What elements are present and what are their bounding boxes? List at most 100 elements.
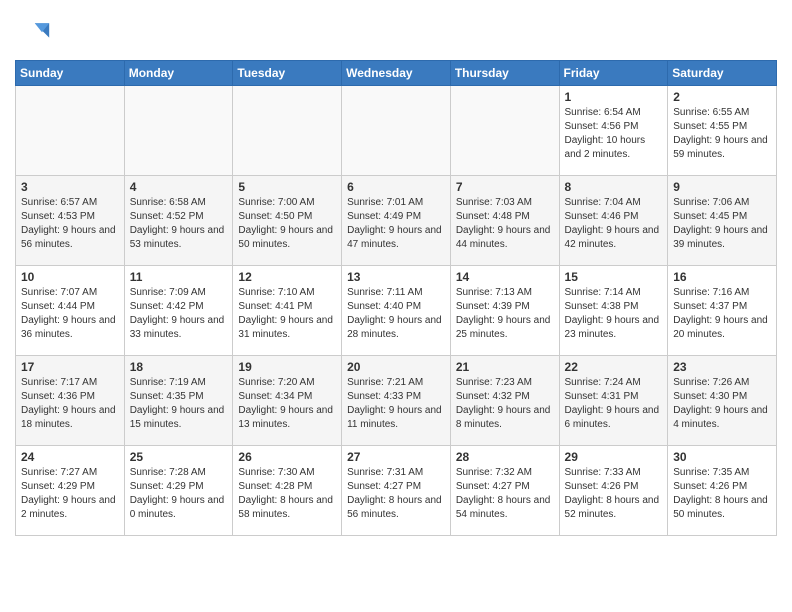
day-number: 24 [21, 450, 119, 464]
day-number: 5 [238, 180, 336, 194]
logo [15, 16, 55, 52]
calendar-cell: 23 Sunrise: 7:26 AMSunset: 4:30 PMDaylig… [668, 356, 777, 446]
day-info: Sunrise: 7:27 AMSunset: 4:29 PMDaylight:… [21, 466, 119, 522]
day-number: 20 [347, 360, 445, 374]
calendar-cell: 1 Sunrise: 6:54 AMSunset: 4:56 PMDayligh… [559, 86, 668, 176]
day-info: Sunrise: 7:01 AMSunset: 4:49 PMDaylight:… [347, 196, 445, 252]
weekday-header-wednesday: Wednesday [342, 61, 451, 86]
day-number: 10 [21, 270, 119, 284]
day-number: 29 [565, 450, 663, 464]
day-info: Sunrise: 7:26 AMSunset: 4:30 PMDaylight:… [673, 376, 771, 432]
day-number: 4 [130, 180, 228, 194]
calendar-cell [233, 86, 342, 176]
day-number: 19 [238, 360, 336, 374]
day-number: 23 [673, 360, 771, 374]
calendar-cell: 12 Sunrise: 7:10 AMSunset: 4:41 PMDaylig… [233, 266, 342, 356]
day-info: Sunrise: 7:10 AMSunset: 4:41 PMDaylight:… [238, 286, 336, 342]
day-info: Sunrise: 7:30 AMSunset: 4:28 PMDaylight:… [238, 466, 336, 522]
calendar-cell: 15 Sunrise: 7:14 AMSunset: 4:38 PMDaylig… [559, 266, 668, 356]
day-number: 3 [21, 180, 119, 194]
calendar-cell: 6 Sunrise: 7:01 AMSunset: 4:49 PMDayligh… [342, 176, 451, 266]
logo-icon [15, 16, 51, 52]
weekday-header-saturday: Saturday [668, 61, 777, 86]
calendar-cell: 10 Sunrise: 7:07 AMSunset: 4:44 PMDaylig… [16, 266, 125, 356]
day-number: 22 [565, 360, 663, 374]
day-info: Sunrise: 6:58 AMSunset: 4:52 PMDaylight:… [130, 196, 228, 252]
day-info: Sunrise: 7:23 AMSunset: 4:32 PMDaylight:… [456, 376, 554, 432]
day-info: Sunrise: 7:28 AMSunset: 4:29 PMDaylight:… [130, 466, 228, 522]
day-info: Sunrise: 7:24 AMSunset: 4:31 PMDaylight:… [565, 376, 663, 432]
day-info: Sunrise: 7:16 AMSunset: 4:37 PMDaylight:… [673, 286, 771, 342]
day-info: Sunrise: 7:21 AMSunset: 4:33 PMDaylight:… [347, 376, 445, 432]
day-info: Sunrise: 6:55 AMSunset: 4:55 PMDaylight:… [673, 106, 771, 162]
day-info: Sunrise: 7:11 AMSunset: 4:40 PMDaylight:… [347, 286, 445, 342]
day-number: 9 [673, 180, 771, 194]
day-info: Sunrise: 7:20 AMSunset: 4:34 PMDaylight:… [238, 376, 336, 432]
calendar-cell: 24 Sunrise: 7:27 AMSunset: 4:29 PMDaylig… [16, 446, 125, 536]
day-number: 17 [21, 360, 119, 374]
calendar-cell: 21 Sunrise: 7:23 AMSunset: 4:32 PMDaylig… [450, 356, 559, 446]
calendar-cell: 29 Sunrise: 7:33 AMSunset: 4:26 PMDaylig… [559, 446, 668, 536]
calendar-cell: 27 Sunrise: 7:31 AMSunset: 4:27 PMDaylig… [342, 446, 451, 536]
calendar-cell [342, 86, 451, 176]
day-info: Sunrise: 7:31 AMSunset: 4:27 PMDaylight:… [347, 466, 445, 522]
day-info: Sunrise: 7:09 AMSunset: 4:42 PMDaylight:… [130, 286, 228, 342]
calendar-cell: 3 Sunrise: 6:57 AMSunset: 4:53 PMDayligh… [16, 176, 125, 266]
day-info: Sunrise: 7:00 AMSunset: 4:50 PMDaylight:… [238, 196, 336, 252]
day-info: Sunrise: 7:33 AMSunset: 4:26 PMDaylight:… [565, 466, 663, 522]
day-number: 6 [347, 180, 445, 194]
calendar-cell: 4 Sunrise: 6:58 AMSunset: 4:52 PMDayligh… [124, 176, 233, 266]
day-info: Sunrise: 6:57 AMSunset: 4:53 PMDaylight:… [21, 196, 119, 252]
calendar-cell: 25 Sunrise: 7:28 AMSunset: 4:29 PMDaylig… [124, 446, 233, 536]
calendar-cell [16, 86, 125, 176]
day-number: 12 [238, 270, 336, 284]
day-info: Sunrise: 7:35 AMSunset: 4:26 PMDaylight:… [673, 466, 771, 522]
day-info: Sunrise: 7:07 AMSunset: 4:44 PMDaylight:… [21, 286, 119, 342]
calendar-cell: 9 Sunrise: 7:06 AMSunset: 4:45 PMDayligh… [668, 176, 777, 266]
day-info: Sunrise: 7:03 AMSunset: 4:48 PMDaylight:… [456, 196, 554, 252]
calendar-cell: 19 Sunrise: 7:20 AMSunset: 4:34 PMDaylig… [233, 356, 342, 446]
day-number: 26 [238, 450, 336, 464]
calendar-cell: 8 Sunrise: 7:04 AMSunset: 4:46 PMDayligh… [559, 176, 668, 266]
calendar-cell: 16 Sunrise: 7:16 AMSunset: 4:37 PMDaylig… [668, 266, 777, 356]
calendar-week-4: 17 Sunrise: 7:17 AMSunset: 4:36 PMDaylig… [16, 356, 777, 446]
day-number: 15 [565, 270, 663, 284]
weekday-header-sunday: Sunday [16, 61, 125, 86]
day-info: Sunrise: 7:14 AMSunset: 4:38 PMDaylight:… [565, 286, 663, 342]
day-number: 28 [456, 450, 554, 464]
day-number: 1 [565, 90, 663, 104]
page-header [15, 10, 777, 52]
day-number: 25 [130, 450, 228, 464]
day-number: 21 [456, 360, 554, 374]
day-number: 8 [565, 180, 663, 194]
day-number: 13 [347, 270, 445, 284]
calendar-cell [124, 86, 233, 176]
day-info: Sunrise: 7:13 AMSunset: 4:39 PMDaylight:… [456, 286, 554, 342]
day-number: 7 [456, 180, 554, 194]
calendar-cell: 11 Sunrise: 7:09 AMSunset: 4:42 PMDaylig… [124, 266, 233, 356]
calendar-cell: 30 Sunrise: 7:35 AMSunset: 4:26 PMDaylig… [668, 446, 777, 536]
calendar-cell: 2 Sunrise: 6:55 AMSunset: 4:55 PMDayligh… [668, 86, 777, 176]
day-info: Sunrise: 7:04 AMSunset: 4:46 PMDaylight:… [565, 196, 663, 252]
day-number: 18 [130, 360, 228, 374]
day-number: 30 [673, 450, 771, 464]
day-number: 27 [347, 450, 445, 464]
calendar-week-3: 10 Sunrise: 7:07 AMSunset: 4:44 PMDaylig… [16, 266, 777, 356]
calendar-week-1: 1 Sunrise: 6:54 AMSunset: 4:56 PMDayligh… [16, 86, 777, 176]
calendar-week-2: 3 Sunrise: 6:57 AMSunset: 4:53 PMDayligh… [16, 176, 777, 266]
calendar-cell: 28 Sunrise: 7:32 AMSunset: 4:27 PMDaylig… [450, 446, 559, 536]
calendar-cell: 7 Sunrise: 7:03 AMSunset: 4:48 PMDayligh… [450, 176, 559, 266]
calendar-table: SundayMondayTuesdayWednesdayThursdayFrid… [15, 60, 777, 536]
weekday-header-thursday: Thursday [450, 61, 559, 86]
calendar-cell: 13 Sunrise: 7:11 AMSunset: 4:40 PMDaylig… [342, 266, 451, 356]
calendar-week-5: 24 Sunrise: 7:27 AMSunset: 4:29 PMDaylig… [16, 446, 777, 536]
calendar-cell: 17 Sunrise: 7:17 AMSunset: 4:36 PMDaylig… [16, 356, 125, 446]
day-info: Sunrise: 7:19 AMSunset: 4:35 PMDaylight:… [130, 376, 228, 432]
calendar-cell: 20 Sunrise: 7:21 AMSunset: 4:33 PMDaylig… [342, 356, 451, 446]
calendar-cell [450, 86, 559, 176]
calendar-cell: 26 Sunrise: 7:30 AMSunset: 4:28 PMDaylig… [233, 446, 342, 536]
day-info: Sunrise: 7:32 AMSunset: 4:27 PMDaylight:… [456, 466, 554, 522]
weekday-header-friday: Friday [559, 61, 668, 86]
calendar-cell: 5 Sunrise: 7:00 AMSunset: 4:50 PMDayligh… [233, 176, 342, 266]
calendar-cell: 22 Sunrise: 7:24 AMSunset: 4:31 PMDaylig… [559, 356, 668, 446]
